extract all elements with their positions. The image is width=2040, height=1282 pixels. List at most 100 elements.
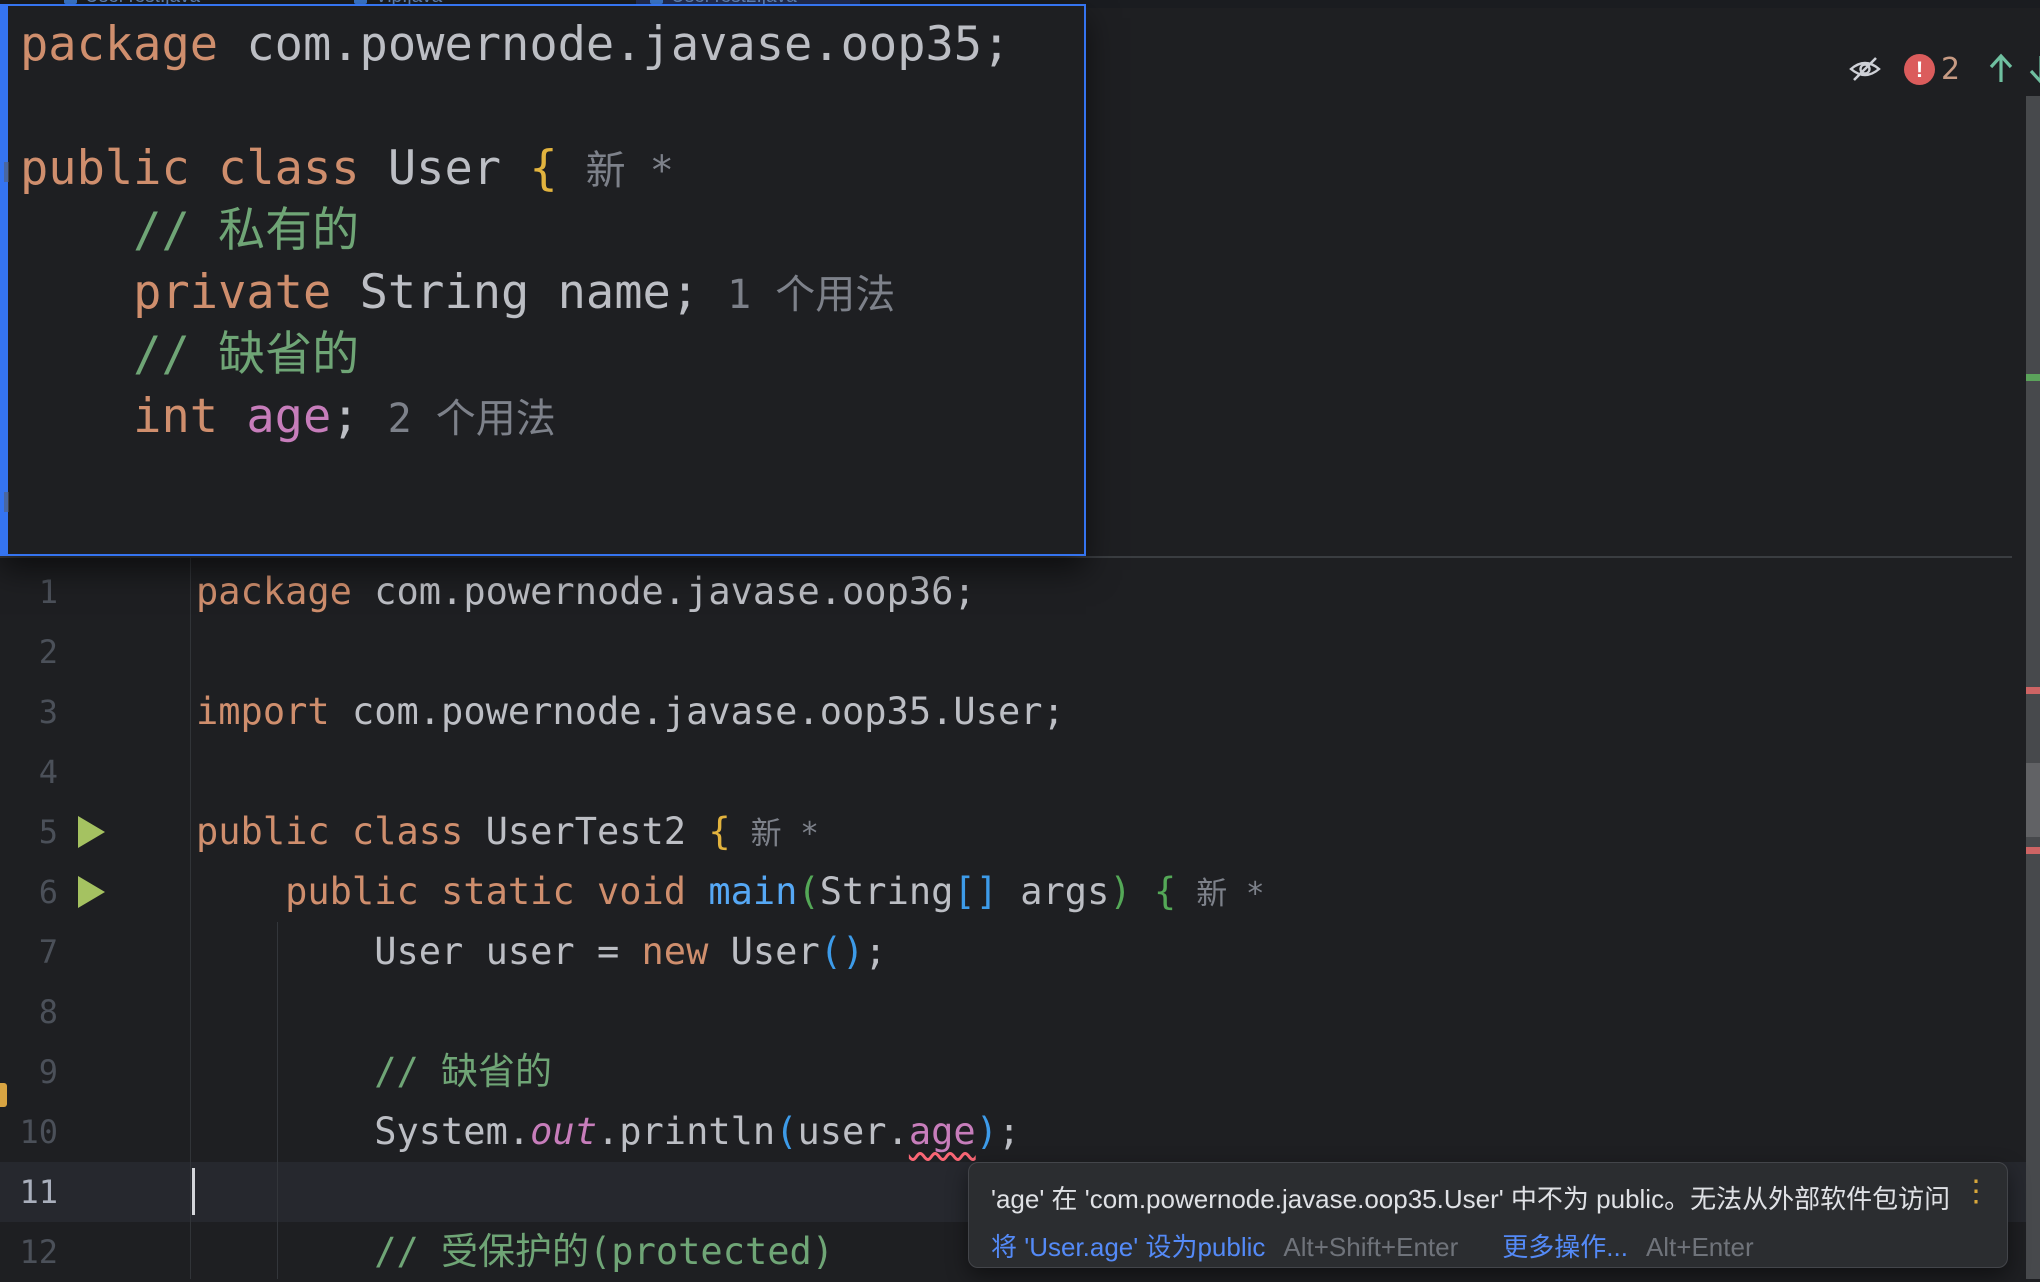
- error-count: 2: [1941, 52, 1960, 87]
- line-number[interactable]: 9: [0, 1042, 58, 1102]
- code-token: {: [529, 141, 557, 196]
- next-error-arrow-icon[interactable]: [2026, 52, 2040, 86]
- scrollbar-thumb[interactable]: [2026, 763, 2040, 837]
- quickfix-shortcut: Alt+Shift+Enter: [1283, 1232, 1458, 1262]
- line-number[interactable]: 1: [0, 562, 58, 622]
- line-number[interactable]: 2: [0, 622, 58, 682]
- code-token: (: [797, 870, 819, 913]
- scrollbar-stripe-mark[interactable]: [2026, 374, 2040, 381]
- code-token: public static void: [285, 870, 708, 913]
- popup-code-line[interactable]: // 私有的: [20, 200, 1080, 262]
- code-token: String: [360, 265, 558, 320]
- code-token: .println: [597, 1110, 775, 1153]
- kebab-menu-icon[interactable]: ⋮: [1961, 1175, 1991, 1209]
- line-number[interactable]: 6: [0, 862, 58, 922]
- previous-error-arrow-icon[interactable]: [1986, 52, 2016, 86]
- code-token: main: [708, 870, 797, 913]
- code-token: String: [820, 870, 954, 913]
- ide-window: 123456789101112 package com.powernode.ja…: [0, 0, 2040, 1279]
- code-token: private: [20, 265, 360, 320]
- code-token: com.powernode.javase.oop35.User;: [352, 690, 1065, 733]
- code-token: com.powernode.javase.oop35;: [246, 17, 1010, 72]
- code-token: User: [708, 930, 819, 973]
- line-number[interactable]: 11: [0, 1162, 58, 1222]
- popup-code-line[interactable]: // 缺省的: [20, 324, 1080, 386]
- inlay-hint[interactable]: 2 个用法: [388, 396, 556, 442]
- line-number[interactable]: 3: [0, 682, 58, 742]
- code-token: [196, 870, 285, 913]
- code-token: // 缺省的: [196, 1050, 552, 1093]
- code-token: name;: [558, 265, 699, 320]
- code-token: package: [20, 17, 246, 72]
- popup-code-line[interactable]: public class User {新 *: [20, 138, 1080, 200]
- code-line[interactable]: // 缺省的: [196, 1042, 552, 1102]
- popup-code[interactable]: package com.powernode.javase.oop35; publi…: [20, 14, 1080, 550]
- code-token: ): [976, 1110, 998, 1153]
- code-token: out: [530, 1110, 597, 1153]
- line-number[interactable]: 8: [0, 982, 58, 1042]
- popup-code-line[interactable]: private String name; 1 个用法: [20, 262, 1080, 324]
- text-caret: [192, 1168, 195, 1215]
- code-token: (: [775, 1110, 797, 1153]
- code-line[interactable]: public class UserTest2 {新 *: [196, 802, 819, 862]
- code-token: age: [246, 389, 331, 444]
- popup-code-line[interactable]: package com.powernode.javase.oop35;: [20, 14, 1080, 76]
- code-line[interactable]: public static void main(String[] args) {…: [196, 862, 1265, 922]
- code-token: // 受保护的(protected): [196, 1230, 834, 1273]
- code-token: ): [1109, 870, 1131, 913]
- line-number[interactable]: 4: [0, 742, 58, 802]
- code-line[interactable]: System.out.println(user.age);: [196, 1102, 1020, 1162]
- popup-gutter-fragment: [4, 492, 9, 512]
- java-class-icon: [64, 0, 77, 4]
- inlay-hint[interactable]: 新 *: [586, 148, 674, 194]
- highlighting-off-eye-icon[interactable]: [1848, 54, 1882, 84]
- error-tooltip: 'age' 在 'com.powernode.javase.oop35.User…: [968, 1162, 2008, 1268]
- scrollbar-stripe-mark[interactable]: [2026, 687, 2040, 694]
- scrollbar-stripe-mark[interactable]: [2026, 847, 2040, 854]
- run-gutter-icon[interactable]: [78, 876, 105, 908]
- popup-code-line[interactable]: [20, 76, 1080, 138]
- code-token: public class: [20, 141, 388, 196]
- code-token: ;: [331, 389, 359, 444]
- code-token: User user =: [196, 930, 642, 973]
- line-number[interactable]: 12: [0, 1222, 58, 1282]
- code-token: user.: [797, 1110, 908, 1153]
- line-number[interactable]: 5: [0, 802, 58, 862]
- code-token: package: [196, 570, 374, 613]
- code-token: // 缺省的: [20, 327, 359, 382]
- code-token: int: [20, 389, 246, 444]
- code-token: []: [953, 870, 998, 913]
- code-line[interactable]: import com.powernode.javase.oop35.User;: [196, 682, 1065, 742]
- code-token: ;: [998, 1110, 1020, 1153]
- quickfix-row: 将 'User.age' 设为public Alt+Shift+Enter 更多操作…: [991, 1227, 1754, 1264]
- peek-definition-popup: package com.powernode.javase.oop35; publi…: [0, 4, 1086, 556]
- line-number[interactable]: 7: [0, 922, 58, 982]
- code-line[interactable]: package com.powernode.javase.oop36;: [196, 562, 976, 622]
- code-token: [1132, 870, 1154, 913]
- code-token: (): [820, 930, 865, 973]
- code-token: System.: [196, 1110, 530, 1153]
- error-token: age: [909, 1110, 976, 1153]
- java-class-icon: [354, 0, 367, 4]
- code-token: import: [196, 690, 352, 733]
- more-actions-link[interactable]: 更多操作...: [1502, 1232, 1628, 1262]
- pane-separator: [0, 556, 2012, 558]
- code-token: args: [998, 870, 1109, 913]
- inlay-hint[interactable]: 新 *: [1196, 876, 1264, 912]
- run-gutter-icon[interactable]: [78, 816, 105, 848]
- inspection-widget: ! 2: [1848, 48, 2040, 90]
- code-token: new: [642, 930, 709, 973]
- inlay-hint[interactable]: 1 个用法: [727, 272, 895, 318]
- popup-code-line[interactable]: int age; 2 个用法: [20, 386, 1080, 448]
- code-token: ;: [864, 930, 886, 973]
- popup-gutter-fragment: [4, 162, 9, 182]
- editor-scrollbar[interactable]: [2026, 96, 2040, 1279]
- code-token: UserTest2: [486, 810, 709, 853]
- line-number[interactable]: 10: [0, 1102, 58, 1162]
- code-line[interactable]: User user = new User();: [196, 922, 887, 982]
- quickfix-link[interactable]: 将 'User.age' 设为public: [991, 1232, 1265, 1262]
- error-badge-icon[interactable]: !: [1904, 54, 1935, 85]
- code-line[interactable]: // 受保护的(protected): [196, 1222, 834, 1282]
- java-class-icon: [650, 0, 663, 4]
- inlay-hint[interactable]: 新 *: [751, 816, 819, 852]
